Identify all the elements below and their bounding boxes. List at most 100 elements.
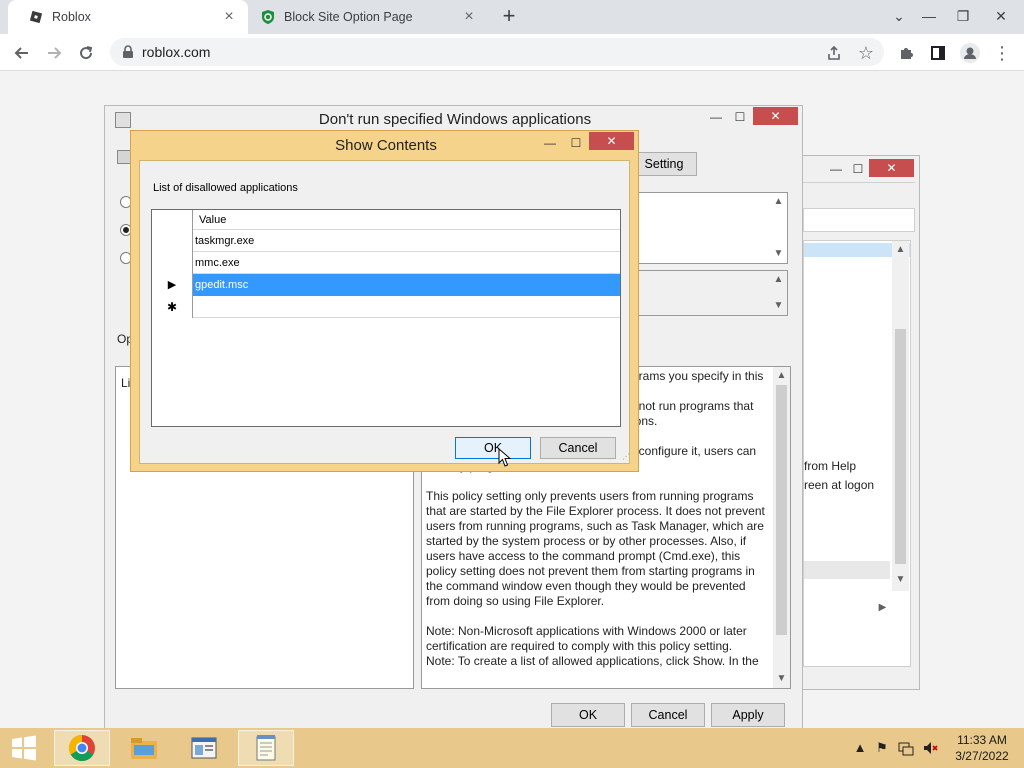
chrome-icon bbox=[68, 734, 95, 762]
sidepanel-icon[interactable] bbox=[924, 39, 952, 67]
background-window: — ☐ ✕ from Help reen at logon ▲ ▼ ▶ bbox=[802, 155, 920, 690]
taskbar-file-explorer[interactable] bbox=[116, 730, 172, 766]
share-icon[interactable] bbox=[820, 39, 848, 67]
corner-header bbox=[152, 210, 193, 230]
extension-icon[interactable] bbox=[892, 39, 920, 67]
taskbar: ▲ ⚑ 11:33 AM 3/27/2022 bbox=[0, 728, 1024, 768]
resize-grip-icon[interactable]: ⋰ bbox=[622, 453, 630, 461]
dialog-body: List of disallowed applications Value ta… bbox=[139, 160, 630, 464]
tab-title: Roblox bbox=[52, 10, 91, 24]
value-cell[interactable]: taskmgr.exe bbox=[193, 230, 620, 252]
maximize-icon[interactable]: ☐ bbox=[727, 108, 753, 126]
scroll-right-icon[interactable]: ▶ bbox=[874, 599, 891, 616]
scroll-thumb[interactable] bbox=[776, 385, 787, 635]
star-icon[interactable]: ☆ bbox=[852, 39, 880, 67]
new-row-icon[interactable]: ✱ bbox=[152, 296, 193, 318]
close-window-icon[interactable]: ✕ bbox=[984, 0, 1018, 32]
cancel-button[interactable]: Cancel bbox=[631, 703, 705, 727]
taskbar-window-app[interactable] bbox=[176, 730, 232, 766]
window-title: Don't run specified Windows applications bbox=[318, 111, 592, 128]
grid-header: Value bbox=[152, 210, 620, 230]
close-icon[interactable]: ✕ bbox=[589, 132, 634, 150]
minimize-icon[interactable]: — bbox=[537, 134, 563, 152]
tab-block-site[interactable]: Block Site Option Page × bbox=[248, 0, 488, 34]
close-icon[interactable]: ✕ bbox=[753, 107, 798, 125]
value-cell[interactable]: gpedit.msc bbox=[193, 274, 620, 296]
start-button[interactable] bbox=[0, 730, 48, 766]
minimize-icon[interactable]: — bbox=[912, 0, 946, 32]
flag-icon[interactable]: ⚑ bbox=[874, 740, 890, 756]
notepad-icon bbox=[256, 735, 276, 761]
chevron-up-icon[interactable]: ▲ bbox=[852, 740, 868, 756]
apply-button[interactable]: Apply bbox=[711, 703, 785, 727]
close-icon[interactable]: ✕ bbox=[869, 159, 914, 177]
menu-icon[interactable]: ⋮ bbox=[988, 39, 1016, 67]
lock-icon[interactable] bbox=[122, 45, 134, 62]
system-clock[interactable]: 11:33 AM 3/27/2022 bbox=[952, 732, 1012, 764]
list-label: List of disallowed applications bbox=[153, 182, 298, 194]
radio-dot bbox=[123, 227, 129, 233]
close-icon[interactable]: × bbox=[460, 8, 478, 26]
maximize-icon[interactable]: ☐ bbox=[563, 134, 589, 152]
scroll-up-icon[interactable]: ▲ bbox=[773, 367, 790, 384]
cursor-icon bbox=[498, 448, 512, 467]
roblox-icon bbox=[28, 9, 44, 25]
address-bar[interactable]: roblox.com bbox=[110, 38, 884, 66]
setting-button[interactable]: Setting bbox=[631, 152, 697, 176]
column-header-value[interactable]: Value bbox=[193, 210, 620, 230]
maximize-icon[interactable]: ☐ bbox=[845, 160, 871, 178]
back-icon[interactable] bbox=[8, 39, 36, 67]
row-pointer-icon[interactable]: ▶ bbox=[152, 274, 193, 296]
reload-icon[interactable] bbox=[72, 39, 100, 67]
show-contents-dialog: Show Contents — ☐ ✕ List of disallowed a… bbox=[130, 130, 639, 472]
value-cell[interactable] bbox=[193, 296, 620, 318]
cancel-button[interactable]: Cancel bbox=[540, 437, 616, 459]
row-header[interactable] bbox=[152, 252, 193, 274]
restore-icon[interactable]: ❐ bbox=[946, 0, 980, 32]
row-header[interactable] bbox=[152, 230, 193, 252]
new-tab-button[interactable]: + bbox=[498, 5, 520, 28]
profile-icon[interactable] bbox=[956, 39, 984, 67]
values-grid[interactable]: Value taskmgr.exe mmc.exe ▶ gpedit.msc ✱ bbox=[151, 209, 621, 427]
supported-on-box: ▲ ▼ bbox=[631, 270, 788, 316]
toolbar-strip bbox=[803, 208, 915, 232]
comment-box[interactable]: ▲ ▼ bbox=[631, 192, 788, 264]
scroll-down-icon[interactable]: ▼ bbox=[892, 571, 909, 588]
policy-icon bbox=[117, 150, 131, 164]
taskbar-chrome[interactable] bbox=[54, 730, 110, 766]
scroll-down-icon[interactable]: ▼ bbox=[773, 670, 790, 687]
ok-button[interactable]: OK bbox=[551, 703, 625, 727]
scroll-up-icon[interactable]: ▲ bbox=[770, 271, 787, 288]
tab-title: Block Site Option Page bbox=[284, 10, 413, 24]
scroll-down-icon[interactable]: ▼ bbox=[770, 245, 787, 262]
minimize-icon[interactable]: — bbox=[703, 108, 729, 126]
chevron-down-icon[interactable]: ⌄ bbox=[882, 0, 916, 32]
row-highlight bbox=[804, 561, 890, 579]
table-row-selected[interactable]: ▶ gpedit.msc bbox=[152, 274, 620, 296]
scroll-thumb[interactable] bbox=[895, 329, 906, 564]
scroll-up-icon[interactable]: ▲ bbox=[770, 193, 787, 210]
table-row-new[interactable]: ✱ bbox=[152, 296, 620, 318]
tree-panel: from Help reen at logon ▲ ▼ ▶ bbox=[803, 240, 911, 667]
ok-button[interactable]: OK bbox=[455, 437, 531, 459]
page-viewport: — ☐ ✕ from Help reen at logon ▲ ▼ ▶ Don'… bbox=[0, 71, 1024, 732]
table-row[interactable]: mmc.exe bbox=[152, 252, 620, 274]
vertical-scrollbar[interactable]: ▲ ▼ bbox=[773, 367, 790, 688]
close-icon[interactable]: × bbox=[220, 8, 238, 26]
vertical-scrollbar[interactable]: ▲ ▼ bbox=[892, 241, 909, 591]
text-line: from Help bbox=[804, 459, 857, 473]
volume-icon[interactable] bbox=[922, 740, 938, 756]
taskbar-notepad[interactable] bbox=[238, 730, 294, 766]
scroll-down-icon[interactable]: ▼ bbox=[770, 297, 787, 314]
table-row[interactable]: taskmgr.exe bbox=[152, 230, 620, 252]
forward-icon[interactable] bbox=[40, 39, 68, 67]
window-app-icon bbox=[115, 112, 131, 128]
value-cell[interactable]: mmc.exe bbox=[193, 252, 620, 274]
network-icon[interactable] bbox=[898, 740, 914, 756]
browser-tabstrip: Roblox × Block Site Option Page × + ⌄ — … bbox=[0, 0, 1024, 34]
scroll-up-icon[interactable]: ▲ bbox=[892, 241, 909, 258]
file-explorer-icon bbox=[131, 738, 157, 759]
list-label: Li bbox=[121, 376, 131, 390]
tab-roblox[interactable]: Roblox × bbox=[8, 0, 248, 34]
clock-date: 3/27/2022 bbox=[955, 749, 1009, 763]
